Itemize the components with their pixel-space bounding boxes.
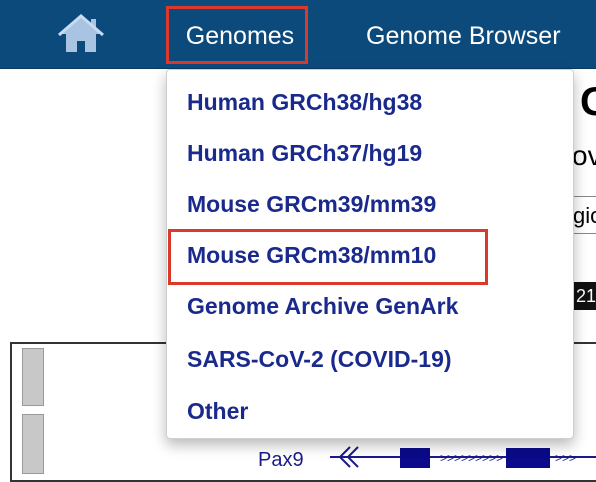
panel-side-handle[interactable] <box>22 414 44 474</box>
menu-item-mouse-mm39[interactable]: Mouse GRCm39/mm39 <box>187 187 436 221</box>
gene-track[interactable]: >>>>>>>>> >>> <box>330 442 596 472</box>
genomes-highlight-box <box>166 6 308 64</box>
menu-item-human-hg38[interactable]: Human GRCh38/hg38 <box>187 85 422 119</box>
svg-text:>>>>>>>>>: >>>>>>>>> <box>440 451 503 465</box>
page-title-fragment: G <box>580 80 596 124</box>
svg-text:>>>: >>> <box>555 451 576 465</box>
menu-item-genark[interactable]: Genome Archive GenArk <box>187 289 458 323</box>
top-navbar: Genomes Genome Browser <box>0 0 596 69</box>
menu-item-other[interactable]: Other <box>187 394 248 428</box>
mm10-highlight-box <box>168 229 488 285</box>
menu-item-human-hg19[interactable]: Human GRCh37/hg19 <box>187 136 422 170</box>
home-icon[interactable] <box>58 14 104 54</box>
menu-item-sars-cov-2[interactable]: SARS-CoV-2 (COVID-19) <box>187 342 452 376</box>
track-badge: 21 <box>574 282 596 310</box>
nav-genome-browser[interactable]: Genome Browser <box>366 0 561 68</box>
page-subtitle-fragment: ov <box>572 140 596 171</box>
gene-label[interactable]: Pax9 <box>258 449 304 472</box>
panel-side-handle[interactable] <box>22 348 44 406</box>
